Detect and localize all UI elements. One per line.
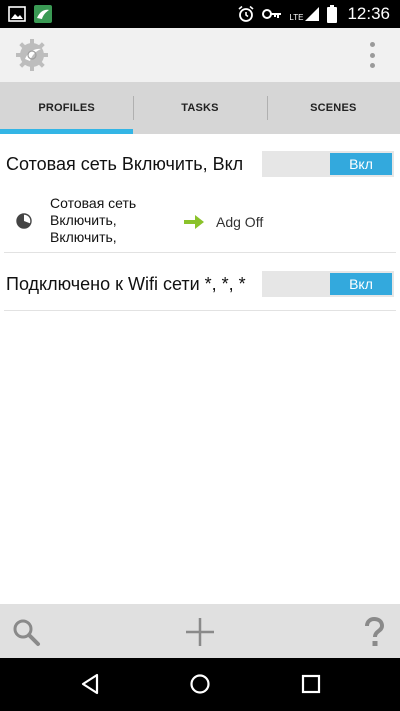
tab-bar: PROFILES TASKS SCENES	[0, 82, 400, 134]
navigation-bar	[0, 658, 400, 711]
status-bar: LTE 12:36	[0, 0, 400, 28]
signal-lte-icon: LTE	[289, 6, 320, 22]
tab-tasks[interactable]: TASKS	[133, 82, 266, 134]
tab-scenes[interactable]: SCENES	[266, 82, 400, 134]
context-description[interactable]: Сотовая сеть Включить, Включить,	[50, 195, 170, 246]
app-store-icon	[34, 5, 52, 23]
home-icon[interactable]	[188, 672, 212, 696]
profile-row-wifi[interactable]: Подключено к Wifi сети *, *, * Вкл	[0, 264, 400, 304]
profile-title: Подключено к Wifi сети *, *, *	[6, 274, 246, 294]
profile-toggle[interactable]: Вкл	[262, 151, 394, 177]
search-icon[interactable]	[10, 616, 42, 648]
context-line: Сотовая сеть	[50, 195, 137, 211]
tasker-gear-icon[interactable]	[14, 37, 50, 73]
bottom-toolbar	[0, 604, 400, 658]
recents-icon[interactable]	[299, 672, 323, 696]
arrow-right-icon	[184, 215, 204, 229]
action-bar	[0, 28, 400, 82]
key-icon	[262, 9, 282, 19]
network-type-label: LTE	[289, 13, 304, 22]
alarm-icon	[238, 5, 254, 22]
divider	[4, 252, 396, 253]
task-name[interactable]: Adg Off	[216, 213, 263, 231]
tab-tasks-label: TASKS	[181, 102, 219, 114]
battery-icon	[327, 5, 338, 23]
tab-scenes-label: SCENES	[310, 102, 357, 114]
profile-title: Сотовая сеть Включить, Вкл	[6, 154, 244, 174]
profile-context-row: Сотовая сеть Включить, Включить, Adg Off	[0, 189, 400, 253]
overflow-menu-icon[interactable]	[366, 42, 378, 68]
back-icon[interactable]	[78, 672, 102, 696]
context-line: Включить,	[50, 212, 117, 228]
toggle-on-label: Вкл	[330, 153, 392, 175]
image-icon	[8, 6, 26, 22]
context-line: Включить,	[50, 229, 117, 245]
profile-toggle[interactable]: Вкл	[262, 271, 394, 297]
status-time: 12:36	[347, 4, 390, 23]
profile-row-cellular[interactable]: Сотовая сеть Включить, Вкл Вкл	[0, 144, 400, 184]
tab-profiles[interactable]: PROFILES	[0, 82, 134, 134]
help-icon[interactable]	[358, 616, 390, 648]
state-context-icon[interactable]	[16, 213, 32, 229]
toggle-on-label: Вкл	[330, 273, 392, 295]
divider	[4, 310, 396, 311]
tab-profiles-label: PROFILES	[38, 102, 95, 114]
add-icon[interactable]	[184, 616, 216, 648]
